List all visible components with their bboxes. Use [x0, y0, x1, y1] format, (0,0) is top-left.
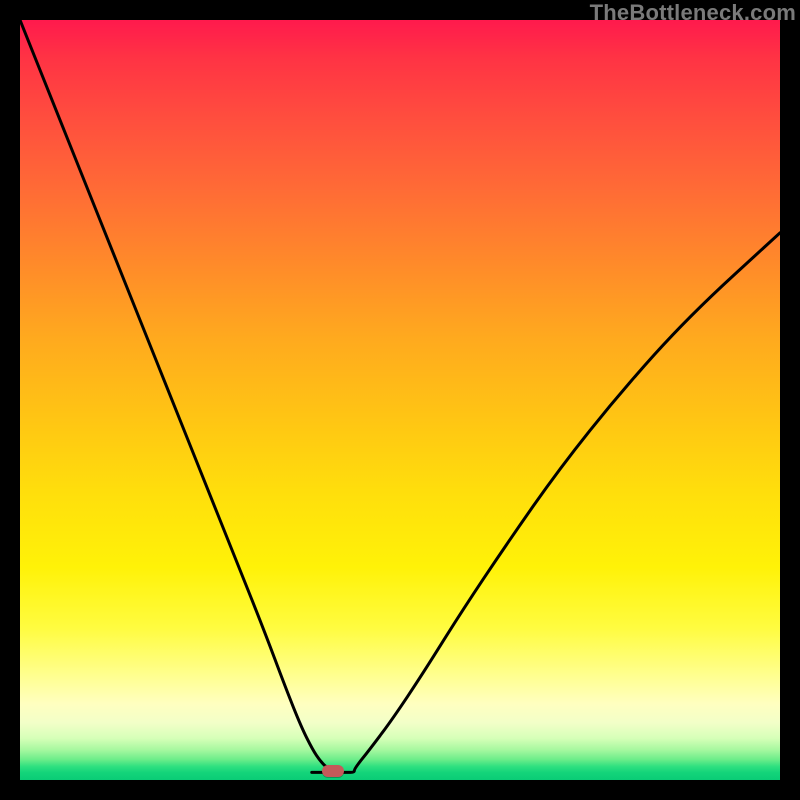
- optimal-point-marker: [322, 765, 344, 777]
- chart-frame: TheBottleneck.com: [0, 0, 800, 800]
- plot-area: [20, 20, 780, 780]
- bottleneck-curve: [20, 20, 780, 780]
